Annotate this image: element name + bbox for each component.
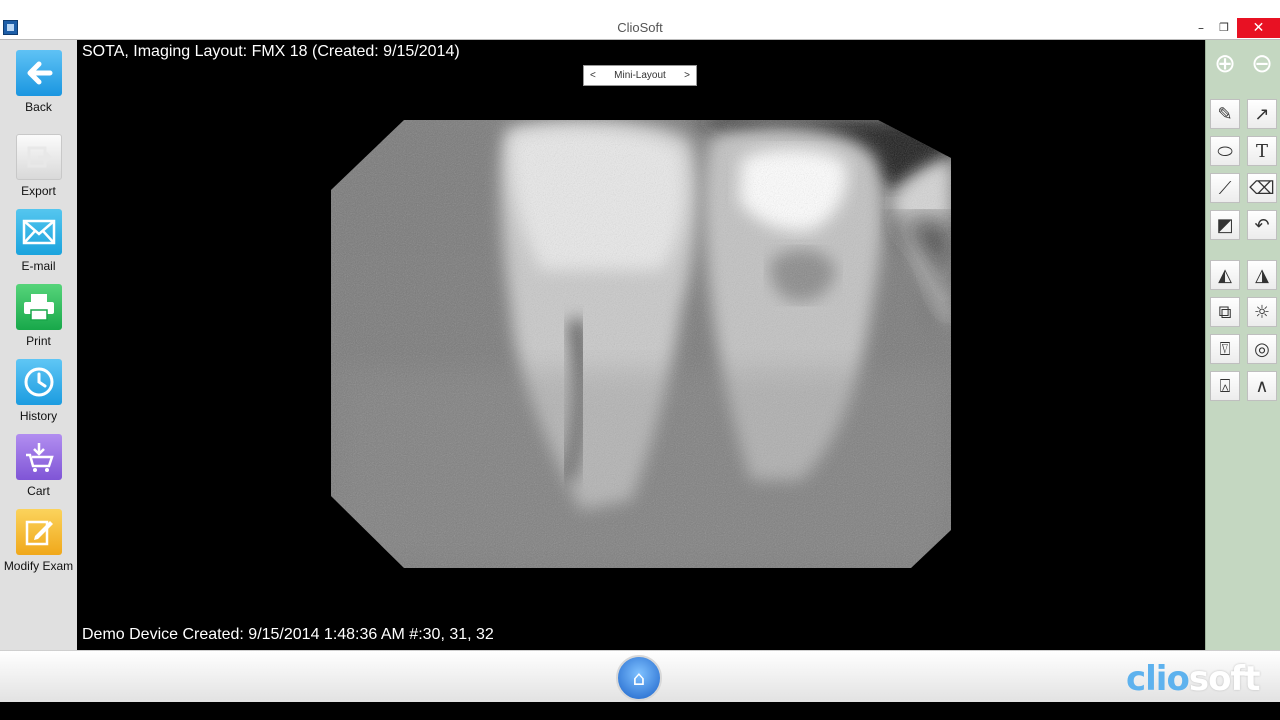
flip-vertical-icon[interactable]: ◮ [1247,260,1277,290]
layout-title: SOTA, Imaging Layout: FMX 18 (Created: 9… [82,43,460,60]
back-arrow-icon [15,50,62,96]
cart-label: Cart [27,484,50,498]
image-viewer: SOTA, Imaging Layout: FMX 18 (Created: 9… [77,40,1205,650]
pencil-icon[interactable]: ✎ [1210,99,1240,129]
back-button[interactable]: Back [0,50,77,114]
print-button[interactable]: Print [0,284,77,348]
contrast-icon[interactable]: ◩ [1210,210,1240,240]
home-icon: ⌂ [632,666,646,690]
printer-icon [15,284,62,330]
ruler-icon[interactable]: ⟋ [1210,173,1240,203]
eraser-icon[interactable]: ⌫ [1247,173,1277,203]
export-button[interactable]: Export [0,134,77,198]
brand-clio: clio [1126,659,1190,699]
history-label: History [19,409,58,423]
dental-xray-image[interactable] [331,120,951,568]
edit-document-icon [15,509,62,555]
modify-exam-button[interactable]: Modify Exam [0,509,77,573]
cart-download-icon [15,434,62,480]
history-button[interactable]: History [0,359,77,423]
tooth-icon[interactable]: ⍔ [1210,334,1240,364]
annotation-toolbar: ⊕ ⊖ ✎ ↗ ⬭ T ⟋ ⌫ ◩ ↶ ◭ ◮ ⧉ ☼ ⍔ ◎ ⍓ ∧ [1205,40,1280,650]
home-button[interactable]: ⌂ [616,655,662,701]
zoom-in-icon[interactable]: ⊕ [1210,49,1240,79]
print-label: Print [26,334,51,348]
mini-layout-next-button[interactable]: > [684,70,690,81]
flip-horizontal-icon[interactable]: ◭ [1210,260,1240,290]
text-icon[interactable]: T [1247,136,1277,166]
arrow-line-icon[interactable]: ↗ [1247,99,1277,129]
cart-button[interactable]: Cart [0,434,77,498]
envelope-icon [15,209,62,255]
back-label: Back [25,100,52,114]
export-icon [15,134,62,180]
angle-icon[interactable]: ∧ [1247,371,1277,401]
export-label: Export [21,184,56,198]
tooth-crown-icon[interactable]: ⍓ [1210,371,1240,401]
undo-icon[interactable]: ↶ [1247,210,1277,240]
bottom-bar: ⌂ cliosoft [0,650,1280,702]
brightness-icon[interactable]: ☼ [1247,297,1277,327]
mini-layout-nav: < Mini-Layout > [583,65,697,86]
mini-layout-label[interactable]: Mini-Layout [614,70,666,81]
email-label: E-mail [21,259,56,273]
restore-button[interactable]: ❐ [1209,18,1239,38]
left-sidebar: Back Export E-mail Print History Cart Mo… [0,40,77,650]
window-title: ClioSoft [617,20,663,35]
footer-strip [0,702,1280,720]
email-button[interactable]: E-mail [0,209,77,273]
overlay-icon[interactable]: ⧉ [1210,297,1240,327]
ellipse-icon[interactable]: ⬭ [1210,136,1240,166]
brand-soft: soft [1188,659,1261,699]
close-button[interactable]: ✕ [1237,18,1280,38]
zoom-out-icon[interactable]: ⊖ [1247,49,1277,79]
cliosoft-logo: cliosoft [1126,659,1261,699]
mini-layout-prev-button[interactable]: < [590,70,596,81]
title-bar: ClioSoft – ❐ ✕ [0,0,1280,40]
clock-icon [15,359,62,405]
modify-exam-label: Modify Exam [3,559,74,573]
device-info: Demo Device Created: 9/15/2014 1:48:36 A… [82,626,494,643]
circle-target-icon[interactable]: ◎ [1247,334,1277,364]
